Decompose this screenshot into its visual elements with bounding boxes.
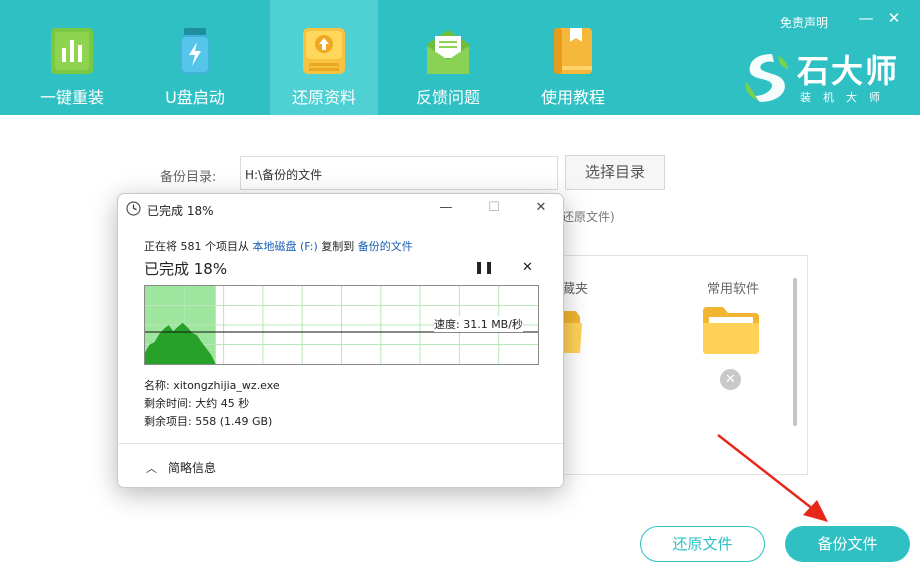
- nav-tutorial[interactable]: 使用教程: [519, 0, 627, 115]
- folder-label-favorites: 藏夹: [562, 282, 589, 297]
- backup-dir-label: 备份目录:: [160, 170, 217, 185]
- logo-title: 石大师: [797, 52, 900, 90]
- minimize-button[interactable]: —: [858, 10, 874, 26]
- destination-link[interactable]: 备份的文件: [358, 240, 413, 253]
- bar-chart-icon: [51, 28, 93, 74]
- chevron-up-icon[interactable]: ︿: [146, 460, 157, 476]
- dialog-maximize-button[interactable]: ☐: [484, 198, 504, 218]
- copy-prefix-text: 正在将 581 个项目从: [144, 240, 253, 253]
- time-remaining: 剩余时间: 大约 45 秒: [144, 397, 250, 410]
- hint-text: 还原文件): [562, 210, 615, 224]
- file-name: 名称: xitongzhijia_wz.exe: [144, 379, 280, 392]
- folder-label-common-software: 常用软件: [707, 282, 760, 297]
- folder-icon[interactable]: [703, 307, 759, 354]
- copy-progress-dialog: 已完成 18% — ☐ ✕ 正在将 581 个项目从 本地磁盘 (F:) 复制到…: [117, 193, 564, 488]
- nav-label: 一键重装: [39, 88, 104, 107]
- nav-one-click-reinstall[interactable]: 一键重装: [18, 0, 126, 115]
- dialog-footer: ︿ 简略信息: [118, 443, 563, 487]
- close-button[interactable]: ✕: [886, 10, 902, 26]
- source-link[interactable]: 本地磁盘 (F:): [253, 240, 318, 253]
- nav-label: 反馈问题: [415, 88, 480, 107]
- backup-files-button[interactable]: 备份文件: [785, 526, 910, 562]
- restore-files-button[interactable]: 还原文件: [640, 526, 765, 562]
- red-arrow-annotation: [717, 434, 828, 522]
- backup-path-input[interactable]: H:\备份的文件: [240, 156, 558, 190]
- logo-icon: [745, 54, 788, 102]
- disclaimer-link[interactable]: 免责声明: [780, 14, 828, 31]
- choose-directory-button[interactable]: 选择目录: [565, 155, 665, 190]
- dialog-title: 已完成 18%: [147, 204, 214, 218]
- nav-usb-boot[interactable]: U盘启动: [141, 0, 249, 115]
- restore-upload-icon: [303, 28, 345, 74]
- nav-restore-data[interactable]: 还原资料: [270, 0, 378, 115]
- clock-icon: [126, 201, 141, 216]
- items-remaining: 剩余项目: 558 (1.49 GB): [144, 415, 273, 428]
- details-toggle[interactable]: 简略信息: [168, 459, 216, 476]
- speed-readout: 速度: 31.1 MB/秒: [434, 316, 523, 332]
- cancel-copy-button[interactable]: ✕: [522, 260, 533, 275]
- remove-icon[interactable]: ✕: [720, 369, 741, 390]
- progress-heading: 已完成 18%: [144, 260, 228, 278]
- mail-envelope-icon: [427, 30, 469, 74]
- folder-grid-scrollbar[interactable]: [793, 278, 797, 426]
- nav-label: U盘启动: [165, 88, 225, 107]
- logo-subtitle: 装机大师: [800, 91, 892, 104]
- book-icon: [554, 28, 592, 74]
- copy-middle-text: 复制到: [317, 240, 358, 253]
- dialog-close-button[interactable]: ✕: [531, 198, 551, 218]
- nav-label: 使用教程: [540, 88, 605, 107]
- pause-button[interactable]: ❚❚: [474, 260, 494, 274]
- dialog-minimize-button[interactable]: —: [436, 198, 456, 218]
- nav-label: 还原资料: [291, 88, 356, 107]
- app-header: 一键重装 U盘启动 还原资料 反馈问题 使用教程 免责声明 — ✕ 石大师 装机…: [0, 0, 920, 115]
- copy-description: 正在将 581 个项目从 本地磁盘 (F:) 复制到 备份的文件: [144, 238, 413, 254]
- nav-feedback[interactable]: 反馈问题: [394, 0, 502, 115]
- dialog-titlebar[interactable]: 已完成 18% — ☐ ✕: [118, 194, 563, 224]
- usb-drive-icon: [180, 28, 210, 74]
